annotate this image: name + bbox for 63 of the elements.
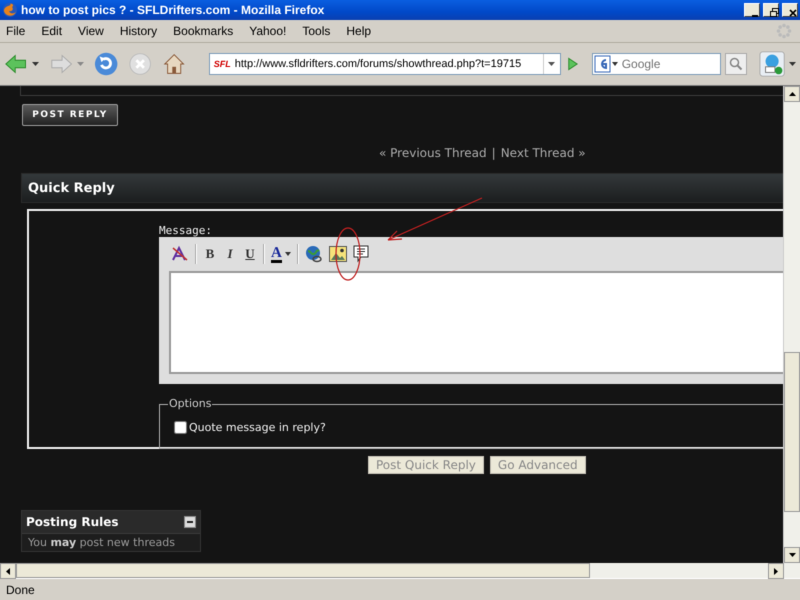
quick-reply-title: Quick Reply [28,180,115,196]
globe-link-icon[interactable] [304,245,323,263]
close-icon [789,9,797,17]
menu-item[interactable]: History [114,24,164,38]
menu-item[interactable]: Edit [35,24,68,38]
dropdown-arrow-icon[interactable] [548,62,556,66]
throbber-icon [776,23,792,39]
scrollbar-thumb[interactable] [16,563,590,578]
status-text: Done [6,583,35,597]
site-label: SFL [212,59,232,69]
dropdown-arrow-icon[interactable] [32,62,39,66]
left-arrow-icon [6,568,10,574]
home-icon[interactable] [162,51,187,77]
scroll-left-button[interactable] [0,563,16,579]
bold-button[interactable]: B [203,246,217,262]
reload-icon[interactable] [94,51,118,77]
posting-rules-text: You may post new threads [27,535,176,551]
remove-format-icon[interactable] [171,245,189,263]
image-icon[interactable] [328,246,347,262]
scroll-right-button[interactable] [768,563,784,579]
up-arrow-icon [788,92,796,96]
right-arrow-icon [774,568,778,574]
search-box[interactable]: Google [592,53,721,75]
posting-rules-title: Posting Rules [26,515,119,529]
restore-button[interactable] [763,3,779,17]
previous-thread-link[interactable]: « Previous Thread [379,146,487,160]
collapse-icon[interactable] [184,516,196,528]
menu-item[interactable]: Bookmarks [167,24,240,38]
minimize-button[interactable] [744,3,760,17]
menu-item[interactable]: Help [340,24,378,38]
menu-item[interactable]: File [0,24,32,38]
firefox-icon [2,2,18,18]
post-reply-button[interactable]: POST REPLY [22,104,118,126]
message-label: Message: [159,225,213,237]
text-color-button[interactable]: A [271,246,282,262]
message-textarea[interactable] [169,271,783,374]
underline-button[interactable]: U [243,246,257,262]
down-arrow-icon [788,553,796,557]
menu-item[interactable]: View [72,24,110,38]
annotation-ellipse [335,227,361,281]
menu-item[interactable]: Yahoo! [243,24,292,38]
scroll-up-button[interactable] [784,86,800,102]
window-title: how to post pics ? - SFLDrifters.com - Mozilla Firefox [21,3,326,17]
phone-app-icon[interactable] [759,50,786,78]
quote-label: Quote message in reply? [189,421,326,434]
quote-checkbox[interactable] [174,421,187,434]
address-bar[interactable]: SFL http://www.sfldrifters.com/forums/showthread.php?t=19715 [208,53,561,75]
separator-text: | [492,146,496,160]
search-button[interactable] [724,53,748,75]
dropdown-arrow-icon[interactable] [284,252,291,256]
options-legend: Options [168,397,212,410]
menu-item[interactable]: Tools [296,24,336,38]
close-button[interactable] [782,3,798,17]
scrollbar-thumb[interactable] [784,352,800,512]
next-thread-link[interactable]: Next Thread » [500,146,586,160]
quote-icon[interactable] [352,245,369,263]
dropdown-arrow-icon[interactable] [789,62,796,66]
restore-icon [770,8,779,17]
italic-button[interactable]: I [223,246,237,262]
url-text: http://www.sfldrifters.com/forums/showthread.php?t=19715 [234,58,522,70]
search-engine-icon[interactable] [592,54,619,74]
search-icon [728,57,743,71]
scroll-down-button[interactable] [784,547,800,563]
